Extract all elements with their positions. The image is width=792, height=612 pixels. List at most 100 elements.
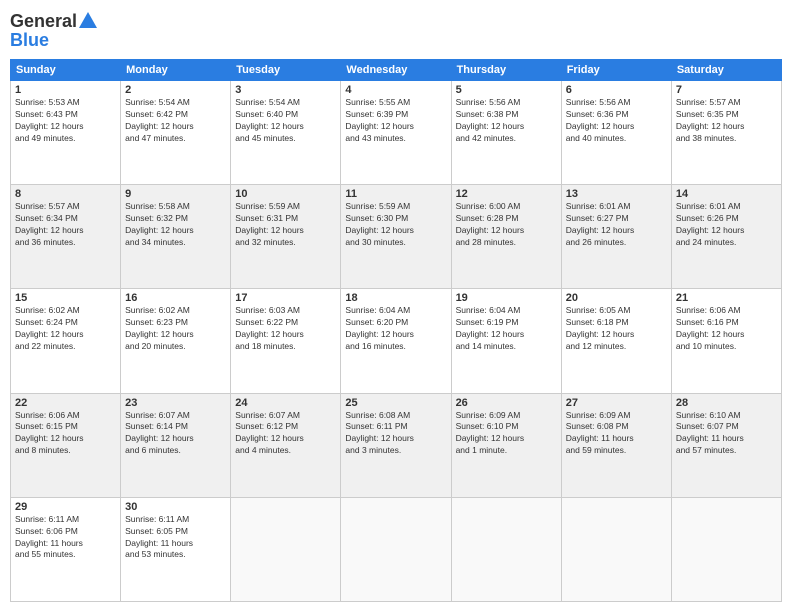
day-info: Sunrise: 6:02 AM Sunset: 6:23 PM Dayligh… <box>125 305 226 353</box>
day-info: Sunrise: 5:53 AM Sunset: 6:43 PM Dayligh… <box>15 97 116 145</box>
calendar-cell: 6Sunrise: 5:56 AM Sunset: 6:36 PM Daylig… <box>561 81 671 185</box>
page-header: General Blue <box>10 10 782 51</box>
calendar-cell: 16Sunrise: 6:02 AM Sunset: 6:23 PM Dayli… <box>121 289 231 393</box>
calendar-cell: 8Sunrise: 5:57 AM Sunset: 6:34 PM Daylig… <box>11 185 121 289</box>
day-info: Sunrise: 5:54 AM Sunset: 6:42 PM Dayligh… <box>125 97 226 145</box>
day-number: 4 <box>345 84 446 96</box>
day-number: 11 <box>345 188 446 200</box>
calendar-cell: 4Sunrise: 5:55 AM Sunset: 6:39 PM Daylig… <box>341 81 451 185</box>
day-number: 27 <box>566 397 667 409</box>
calendar-cell: 22Sunrise: 6:06 AM Sunset: 6:15 PM Dayli… <box>11 393 121 497</box>
calendar-cell: 3Sunrise: 5:54 AM Sunset: 6:40 PM Daylig… <box>231 81 341 185</box>
day-info: Sunrise: 6:05 AM Sunset: 6:18 PM Dayligh… <box>566 305 667 353</box>
calendar-cell <box>231 497 341 601</box>
day-number: 6 <box>566 84 667 96</box>
calendar-week-4: 22Sunrise: 6:06 AM Sunset: 6:15 PM Dayli… <box>11 393 782 497</box>
day-info: Sunrise: 5:54 AM Sunset: 6:40 PM Dayligh… <box>235 97 336 145</box>
weekday-header-thursday: Thursday <box>451 60 561 81</box>
day-info: Sunrise: 6:11 AM Sunset: 6:06 PM Dayligh… <box>15 514 116 562</box>
day-number: 14 <box>676 188 777 200</box>
day-number: 10 <box>235 188 336 200</box>
calendar-week-5: 29Sunrise: 6:11 AM Sunset: 6:06 PM Dayli… <box>11 497 782 601</box>
weekday-header-tuesday: Tuesday <box>231 60 341 81</box>
day-number: 18 <box>345 292 446 304</box>
day-number: 21 <box>676 292 777 304</box>
day-number: 26 <box>456 397 557 409</box>
day-number: 17 <box>235 292 336 304</box>
calendar-cell <box>341 497 451 601</box>
day-info: Sunrise: 5:57 AM Sunset: 6:34 PM Dayligh… <box>15 201 116 249</box>
day-number: 5 <box>456 84 557 96</box>
day-info: Sunrise: 6:10 AM Sunset: 6:07 PM Dayligh… <box>676 410 777 458</box>
day-number: 2 <box>125 84 226 96</box>
calendar-cell <box>561 497 671 601</box>
calendar-cell: 21Sunrise: 6:06 AM Sunset: 6:16 PM Dayli… <box>671 289 781 393</box>
day-info: Sunrise: 6:11 AM Sunset: 6:05 PM Dayligh… <box>125 514 226 562</box>
calendar-cell: 1Sunrise: 5:53 AM Sunset: 6:43 PM Daylig… <box>11 81 121 185</box>
day-info: Sunrise: 5:59 AM Sunset: 6:31 PM Dayligh… <box>235 201 336 249</box>
day-number: 30 <box>125 501 226 513</box>
day-info: Sunrise: 6:04 AM Sunset: 6:20 PM Dayligh… <box>345 305 446 353</box>
day-info: Sunrise: 6:04 AM Sunset: 6:19 PM Dayligh… <box>456 305 557 353</box>
weekday-header-wednesday: Wednesday <box>341 60 451 81</box>
calendar: SundayMondayTuesdayWednesdayThursdayFrid… <box>10 59 782 602</box>
day-number: 3 <box>235 84 336 96</box>
day-info: Sunrise: 6:09 AM Sunset: 6:10 PM Dayligh… <box>456 410 557 458</box>
calendar-cell: 10Sunrise: 5:59 AM Sunset: 6:31 PM Dayli… <box>231 185 341 289</box>
day-number: 1 <box>15 84 116 96</box>
day-info: Sunrise: 5:56 AM Sunset: 6:36 PM Dayligh… <box>566 97 667 145</box>
day-info: Sunrise: 5:56 AM Sunset: 6:38 PM Dayligh… <box>456 97 557 145</box>
day-info: Sunrise: 6:07 AM Sunset: 6:14 PM Dayligh… <box>125 410 226 458</box>
logo-icon <box>77 10 99 32</box>
day-info: Sunrise: 5:59 AM Sunset: 6:30 PM Dayligh… <box>345 201 446 249</box>
day-number: 15 <box>15 292 116 304</box>
day-info: Sunrise: 6:00 AM Sunset: 6:28 PM Dayligh… <box>456 201 557 249</box>
calendar-cell: 28Sunrise: 6:10 AM Sunset: 6:07 PM Dayli… <box>671 393 781 497</box>
day-info: Sunrise: 6:01 AM Sunset: 6:26 PM Dayligh… <box>676 201 777 249</box>
calendar-week-1: 1Sunrise: 5:53 AM Sunset: 6:43 PM Daylig… <box>11 81 782 185</box>
weekday-header-sunday: Sunday <box>11 60 121 81</box>
day-number: 16 <box>125 292 226 304</box>
day-number: 25 <box>345 397 446 409</box>
day-info: Sunrise: 6:03 AM Sunset: 6:22 PM Dayligh… <box>235 305 336 353</box>
logo-blue: Blue <box>10 30 99 51</box>
day-number: 8 <box>15 188 116 200</box>
day-info: Sunrise: 5:57 AM Sunset: 6:35 PM Dayligh… <box>676 97 777 145</box>
day-number: 29 <box>15 501 116 513</box>
weekday-header-saturday: Saturday <box>671 60 781 81</box>
calendar-cell: 7Sunrise: 5:57 AM Sunset: 6:35 PM Daylig… <box>671 81 781 185</box>
day-number: 22 <box>15 397 116 409</box>
calendar-cell: 12Sunrise: 6:00 AM Sunset: 6:28 PM Dayli… <box>451 185 561 289</box>
calendar-cell: 26Sunrise: 6:09 AM Sunset: 6:10 PM Dayli… <box>451 393 561 497</box>
calendar-cell: 30Sunrise: 6:11 AM Sunset: 6:05 PM Dayli… <box>121 497 231 601</box>
day-info: Sunrise: 6:08 AM Sunset: 6:11 PM Dayligh… <box>345 410 446 458</box>
calendar-cell: 23Sunrise: 6:07 AM Sunset: 6:14 PM Dayli… <box>121 393 231 497</box>
day-info: Sunrise: 6:01 AM Sunset: 6:27 PM Dayligh… <box>566 201 667 249</box>
weekday-header-row: SundayMondayTuesdayWednesdayThursdayFrid… <box>11 60 782 81</box>
calendar-cell: 29Sunrise: 6:11 AM Sunset: 6:06 PM Dayli… <box>11 497 121 601</box>
calendar-cell: 5Sunrise: 5:56 AM Sunset: 6:38 PM Daylig… <box>451 81 561 185</box>
day-number: 19 <box>456 292 557 304</box>
calendar-cell <box>451 497 561 601</box>
day-number: 9 <box>125 188 226 200</box>
day-number: 20 <box>566 292 667 304</box>
calendar-cell: 13Sunrise: 6:01 AM Sunset: 6:27 PM Dayli… <box>561 185 671 289</box>
weekday-header-monday: Monday <box>121 60 231 81</box>
calendar-cell: 27Sunrise: 6:09 AM Sunset: 6:08 PM Dayli… <box>561 393 671 497</box>
day-info: Sunrise: 6:06 AM Sunset: 6:16 PM Dayligh… <box>676 305 777 353</box>
calendar-cell: 11Sunrise: 5:59 AM Sunset: 6:30 PM Dayli… <box>341 185 451 289</box>
weekday-header-friday: Friday <box>561 60 671 81</box>
logo-general: General <box>10 11 77 32</box>
calendar-cell: 14Sunrise: 6:01 AM Sunset: 6:26 PM Dayli… <box>671 185 781 289</box>
calendar-cell: 20Sunrise: 6:05 AM Sunset: 6:18 PM Dayli… <box>561 289 671 393</box>
calendar-week-2: 8Sunrise: 5:57 AM Sunset: 6:34 PM Daylig… <box>11 185 782 289</box>
calendar-cell: 17Sunrise: 6:03 AM Sunset: 6:22 PM Dayli… <box>231 289 341 393</box>
calendar-cell: 25Sunrise: 6:08 AM Sunset: 6:11 PM Dayli… <box>341 393 451 497</box>
calendar-cell: 15Sunrise: 6:02 AM Sunset: 6:24 PM Dayli… <box>11 289 121 393</box>
calendar-cell: 18Sunrise: 6:04 AM Sunset: 6:20 PM Dayli… <box>341 289 451 393</box>
calendar-cell <box>671 497 781 601</box>
day-info: Sunrise: 6:02 AM Sunset: 6:24 PM Dayligh… <box>15 305 116 353</box>
day-info: Sunrise: 5:55 AM Sunset: 6:39 PM Dayligh… <box>345 97 446 145</box>
logo: General Blue <box>10 10 99 51</box>
day-info: Sunrise: 6:09 AM Sunset: 6:08 PM Dayligh… <box>566 410 667 458</box>
